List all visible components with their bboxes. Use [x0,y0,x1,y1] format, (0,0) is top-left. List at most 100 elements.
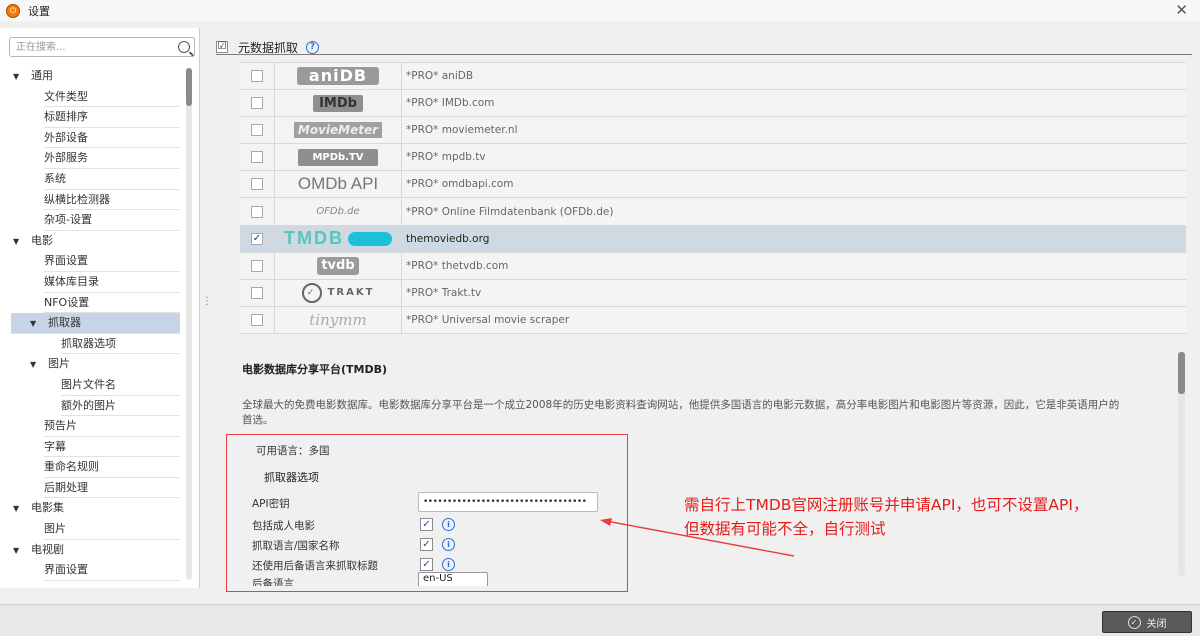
search-input[interactable] [10,38,170,56]
tree-item-renamer[interactable]: 重命名规则 [44,457,180,478]
info-icon[interactable]: i [442,538,455,551]
tree-item-subtitles[interactable]: 字幕 [44,437,180,458]
chevron-down-icon[interactable]: ▼ [13,499,31,519]
include-adult-label: 包括成人电影 [252,520,315,532]
tree-item-tv-shows[interactable]: ▼ 电视剧 [8,540,180,561]
window-title: 设置 [28,4,50,18]
scraper-name: *PRO* Online Filmdatenbank (OFDb.de) [406,205,614,218]
fallback-title-checkbox[interactable]: ✓ [420,558,433,571]
tmdb-logo: TMDB [274,225,402,252]
chevron-down-icon[interactable]: ▼ [13,232,31,252]
scrollbar-thumb[interactable] [186,68,192,106]
scraper-row-selected[interactable]: ✓ TMDB themoviedb.org [240,225,1186,253]
scraper-name: *PRO* Universal movie scraper [406,313,570,326]
tree-item-general[interactable]: ▼ 通用 [8,66,180,87]
scraper-row[interactable]: OFDb.de *PRO* Online Filmdatenbank (OFDb… [240,198,1186,226]
api-key-field[interactable]: •••••••••••••••••••••••••••••••••• [418,492,598,512]
tree-item-external-devices[interactable]: 外部设备 [44,128,180,149]
close-button[interactable]: ✓ 关闭 [1102,611,1192,633]
details-scrollbar[interactable] [1178,352,1185,576]
tree-item-image-filenames[interactable]: 图片文件名 [61,375,180,396]
info-icon[interactable]: i [442,558,455,571]
divider [216,54,1192,55]
scraper-row[interactable]: OMDb API *PRO* omdbapi.com [240,171,1186,199]
chevron-down-icon[interactable]: ▼ [13,541,31,561]
chevron-down-icon[interactable]: ▼ [30,314,48,334]
include-adult-checkbox[interactable]: ✓ [420,518,433,531]
anidb-logo: aniDB [274,63,402,90]
scraper-row[interactable]: tvdb *PRO* thetvdb.com [240,252,1186,280]
scraper-row[interactable]: MPDb.TV *PRO* mpdb.tv [240,144,1186,172]
tree-item-tv-ui-settings[interactable]: 界面设置 [44,560,180,581]
chevron-down-icon[interactable]: ▼ [13,67,31,87]
tree-item-trailers[interactable]: 预告片 [44,416,180,437]
scrape-language-checkbox[interactable]: ✓ [420,538,433,551]
scraper-name: *PRO* mpdb.tv [406,151,486,164]
scraper-row[interactable]: aniDB *PRO* aniDB [240,63,1186,91]
tree-item-external-services[interactable]: 外部服务 [44,148,180,169]
tree-item-ui-settings[interactable]: 界面设置 [44,251,180,272]
scraper-list: aniDB *PRO* aniDB IMDb *PRO* IMDb.com Mo… [240,62,1186,334]
help-icon[interactable]: ? [306,40,320,54]
settings-tree: ▼ 通用 文件类型 标题排序 外部设备 外部服务 系统 纵横比检测器 杂项-设置 … [8,66,180,581]
close-icon[interactable]: ✕ [1175,1,1188,19]
fallback-language-label: 后备语言 [252,578,294,586]
tree-item-system[interactable]: 系统 [44,169,180,190]
tree-item-label: 抓取器 [48,316,81,330]
scrollbar-thumb[interactable] [1178,352,1185,394]
scraper-checkbox[interactable] [251,97,263,110]
app-icon: ⏻ [6,3,20,18]
chevron-down-icon[interactable]: ▼ [30,355,48,375]
scraper-details: 电影数据库分享平台(TMDB) 全球最大的免费电影数据库。电影数据库分享平台是一… [240,346,1186,586]
tree-item-label: 电视剧 [31,542,64,556]
search-icon[interactable] [178,41,190,53]
check-circle-icon: ✓ [1127,615,1141,629]
tree-item-file-types[interactable]: 文件类型 [44,87,180,108]
mpdb-logo: MPDb.TV [274,144,402,171]
tree-item-aspect-ratio[interactable]: 纵横比检测器 [44,190,180,211]
section-title: 元数据抓取 [238,40,299,55]
scraper-name: *PRO* thetvdb.com [406,259,509,272]
tree-item-label: 电影集 [31,501,64,515]
trakt-logo: ✓ TRAKT [274,279,402,306]
tree-item-library-dirs[interactable]: 媒体库目录 [44,272,180,293]
search-box[interactable] [9,37,195,57]
tree-item-movies[interactable]: ▼ 电影 [8,231,180,252]
scraper-name: themoviedb.org [406,232,490,245]
scraper-row[interactable]: ✓ TRAKT *PRO* Trakt.tv [240,279,1186,307]
scraper-name: *PRO* moviemeter.nl [406,124,518,137]
title-bar: ⏻ 设置 ✕ [0,0,1200,21]
scraper-checkbox[interactable] [251,70,263,83]
tree-item-post-processing[interactable]: 后期处理 [44,478,180,499]
scraper-checkbox[interactable]: ✓ [251,232,263,245]
omdb-logo: OMDb API [274,171,402,198]
scraper-checkbox[interactable] [251,178,263,191]
scraper-checkbox[interactable] [251,313,263,326]
splitter-handle[interactable]: ⋮ [202,297,212,314]
tree-item-title-sort[interactable]: 标题排序 [44,107,180,128]
tree-item-nfo[interactable]: NFO设置 [44,293,180,314]
scraper-row[interactable]: tinymm *PRO* Universal movie scraper [240,306,1186,334]
tree-item-scraper[interactable]: ▼ 抓取器 [11,313,180,334]
info-icon[interactable]: i [442,518,455,531]
tree-item-set-images[interactable]: 图片 [44,519,180,540]
tree-item-scraper-options[interactable]: 抓取器选项 [61,334,180,355]
scraper-checkbox[interactable] [251,205,263,218]
scraper-checkbox[interactable] [251,286,263,299]
tree-item-label: 电影 [31,233,53,247]
tree-item-extra-images[interactable]: 额外的图片 [61,396,180,417]
scraper-description: 全球最大的免费电影数据库。电影数据库分享平台是一个成立2008年的历史电影资料查… [242,399,1120,426]
tree-item-images[interactable]: ▼ 图片 [28,354,180,375]
scraper-checkbox[interactable] [251,124,263,137]
sidebar-scrollbar[interactable] [186,68,192,580]
scraper-row[interactable]: MovieMeter *PRO* moviemeter.nl [240,117,1186,145]
scraper-name: *PRO* aniDB [406,70,474,83]
tree-item-movie-sets[interactable]: ▼ 电影集 [8,498,180,519]
fallback-language-select[interactable]: en-US [418,572,488,586]
tree-item-misc[interactable]: 杂项-设置 [44,210,180,231]
section-checkbox[interactable]: ☑ [216,41,228,53]
scraper-checkbox[interactable] [251,259,263,272]
scraper-checkbox[interactable] [251,151,263,164]
scraper-row[interactable]: IMDb *PRO* IMDb.com [240,90,1186,118]
api-key-label: API密钥 [252,498,290,510]
